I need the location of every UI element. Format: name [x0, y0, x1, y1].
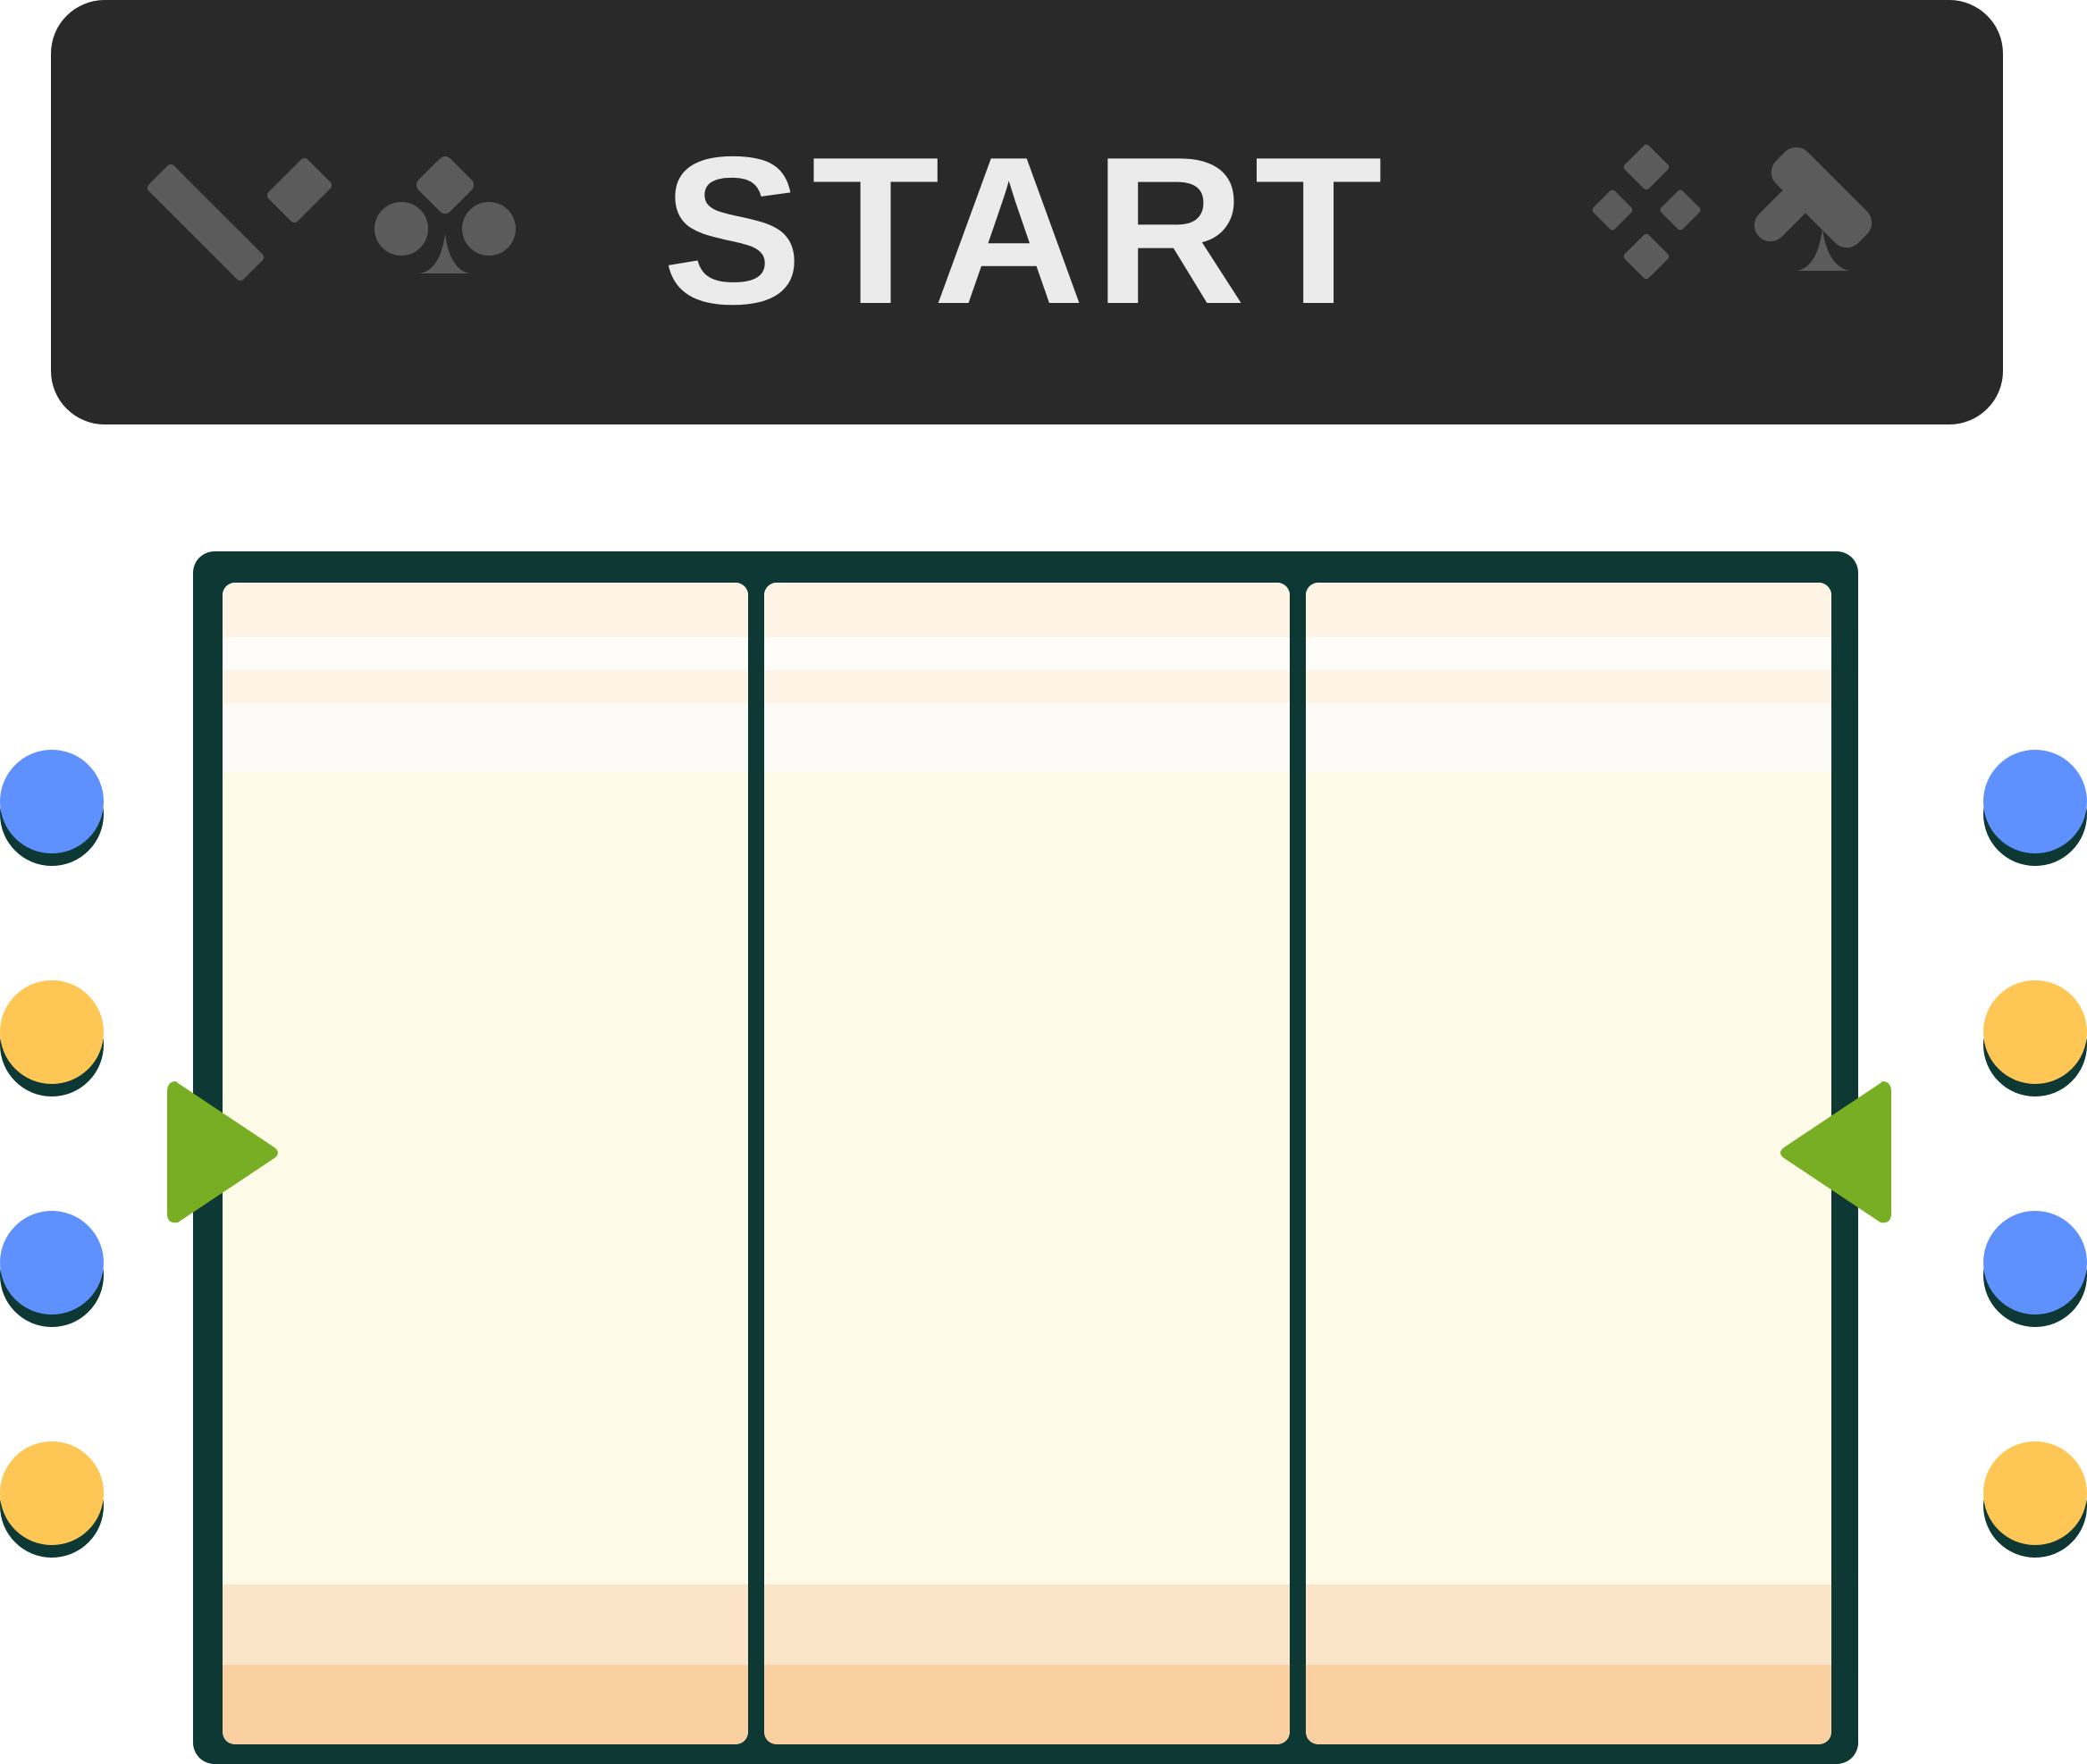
arrow-right-icon[interactable] — [165, 1081, 282, 1224]
lane-2[interactable] — [764, 583, 1290, 1744]
arrow-left-icon[interactable] — [1777, 1081, 1893, 1224]
left-yellow-token-2 — [0, 1441, 104, 1545]
diamond-icon — [1592, 144, 1701, 280]
start-button[interactable]: START — [51, 0, 2003, 424]
left-yellow-token-1 — [0, 980, 104, 1084]
spade-icon — [1754, 147, 1872, 271]
right-blue-token-2 — [1983, 1211, 2087, 1315]
lane-1[interactable] — [223, 583, 748, 1744]
right-suit-icons — [1592, 143, 1914, 286]
game-board — [193, 551, 1858, 1764]
right-yellow-token-2 — [1983, 1441, 2087, 1545]
lane-3[interactable] — [1306, 583, 1831, 1744]
right-blue-token-1 — [1983, 750, 2087, 853]
left-blue-token-1 — [0, 750, 104, 853]
left-blue-token-2 — [0, 1211, 104, 1315]
right-yellow-token-1 — [1983, 980, 2087, 1084]
